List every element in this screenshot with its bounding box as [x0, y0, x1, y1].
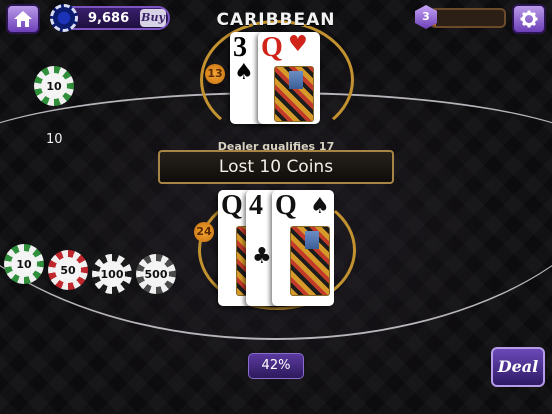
queen-face-art	[290, 226, 330, 296]
card-suit: ♣	[252, 244, 272, 269]
gear-icon	[520, 10, 538, 28]
player-score-badge: 24	[194, 222, 214, 242]
level-progress-bar	[430, 8, 506, 28]
card-rank: 4	[249, 190, 263, 221]
chip-100[interactable]: 100	[92, 254, 132, 294]
settings-button[interactable]	[512, 4, 546, 34]
chip-50-value: 50	[55, 257, 81, 283]
buy-button[interactable]: Buy	[140, 9, 166, 27]
coin-balance: 9,686 Buy	[50, 4, 170, 32]
dealer-card-2: Q ♥	[258, 32, 320, 124]
coin-icon	[50, 4, 78, 32]
game-table: 9,686 Buy CARIBBEAN 3 10 10 3 ♠ Q ♥ 13 D…	[0, 0, 552, 414]
player-card-3: Q ♠	[272, 190, 334, 306]
dealer-score-badge: 13	[205, 64, 225, 84]
deal-button[interactable]: Deal	[491, 347, 545, 387]
chip-500-value: 500	[143, 261, 169, 287]
chip-10-value: 10	[11, 251, 37, 277]
queen-face-art	[274, 66, 314, 122]
card-rank: Q	[221, 190, 243, 221]
game-title: CARIBBEAN	[216, 10, 336, 30]
home-icon	[14, 11, 32, 27]
chip-100-value: 100	[99, 261, 125, 287]
current-bet-amount: 10	[46, 132, 63, 147]
card-suit: ♠	[234, 60, 254, 85]
card-rank: Q	[275, 190, 297, 221]
home-button[interactable]	[6, 4, 40, 34]
current-bet-chip-value: 10	[41, 73, 67, 99]
card-rank: 3	[233, 32, 247, 63]
card-suit: ♥	[288, 32, 308, 57]
card-rank: Q	[261, 32, 283, 63]
result-banner: Lost 10 Coins	[158, 150, 394, 184]
coin-amount: 9,686	[88, 11, 130, 26]
card-suit: ♠	[310, 194, 330, 219]
payout-percent: 42%	[248, 353, 304, 379]
chip-500[interactable]: 500	[136, 254, 176, 294]
chip-50[interactable]: 50	[48, 250, 88, 290]
current-bet-chip: 10	[34, 66, 74, 106]
chip-10[interactable]: 10	[4, 244, 44, 284]
